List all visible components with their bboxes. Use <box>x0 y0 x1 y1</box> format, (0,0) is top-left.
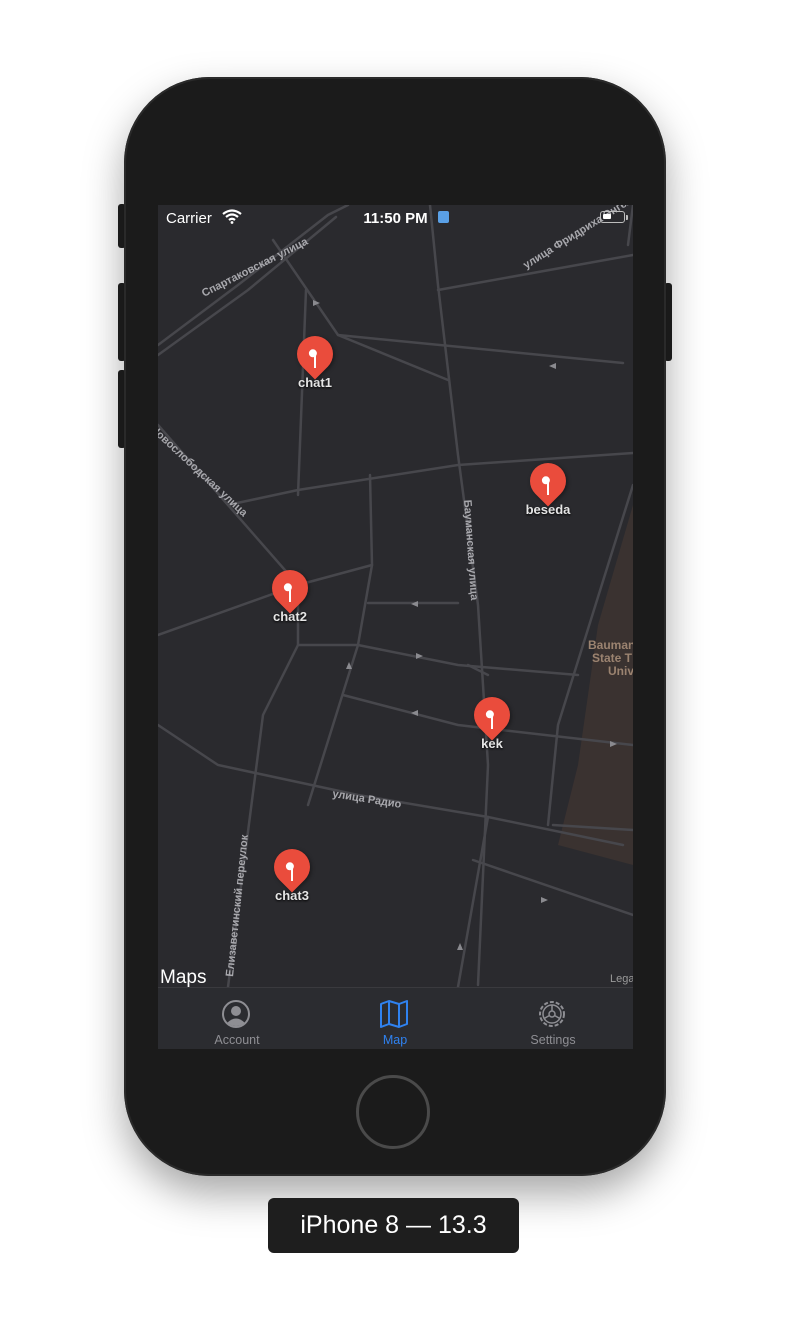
tab-label: Map <box>382 1033 408 1047</box>
map-pin-chat1[interactable]: chat1 <box>275 328 355 390</box>
poi-label-line3: Univ <box>608 664 633 678</box>
map-pin-chat2[interactable]: chat2 <box>250 562 330 624</box>
home-button[interactable] <box>356 1075 430 1149</box>
map-pin-beseda[interactable]: beseda <box>508 455 588 517</box>
maps-logo-text: Maps <box>160 967 207 988</box>
screen-recording-icon <box>438 211 449 223</box>
tab-map[interactable]: Map <box>316 988 474 1049</box>
legal-link[interactable]: Legal <box>610 973 633 985</box>
tab-label: Account <box>214 1033 260 1047</box>
map-view[interactable]: Спартаковская улица улица Фридриха Энгел… <box>158 205 633 987</box>
tab-account[interactable]: Account <box>158 988 316 1049</box>
apple-maps-logo: Maps <box>160 967 206 989</box>
tab-bar: Account Map Settings <box>158 987 633 1049</box>
simulator-stage: Спартаковская улица улица Фридриха Энгел… <box>0 0 790 1326</box>
map-icon <box>380 1000 408 1028</box>
tab-label: Settings <box>530 1033 576 1047</box>
pin-stick <box>289 586 291 602</box>
pin-stick <box>547 479 549 495</box>
screen: Спартаковская улица улица Фридриха Энгел… <box>158 205 633 1049</box>
map-pin-kek[interactable]: kek <box>452 689 532 751</box>
battery-icon <box>600 211 625 223</box>
pin-stick <box>491 713 493 729</box>
clock: 11:50 PM <box>363 210 428 227</box>
account-icon <box>222 1000 250 1028</box>
pin-stick <box>291 865 293 881</box>
poi-label-line2: State T <box>592 651 633 665</box>
battery-level <box>603 214 611 219</box>
pin-stick <box>314 352 316 368</box>
tab-settings[interactable]: Settings <box>474 988 632 1049</box>
settings-icon <box>539 1001 565 1027</box>
poi-label-line1: Bauman <box>588 638 633 652</box>
device-caption: iPhone 8 — 13.3 <box>268 1198 519 1253</box>
map-pin-chat3[interactable]: chat3 <box>252 841 332 903</box>
status-bar: Carrier 11:50 PM <box>158 205 633 231</box>
battery-nub <box>626 215 628 220</box>
